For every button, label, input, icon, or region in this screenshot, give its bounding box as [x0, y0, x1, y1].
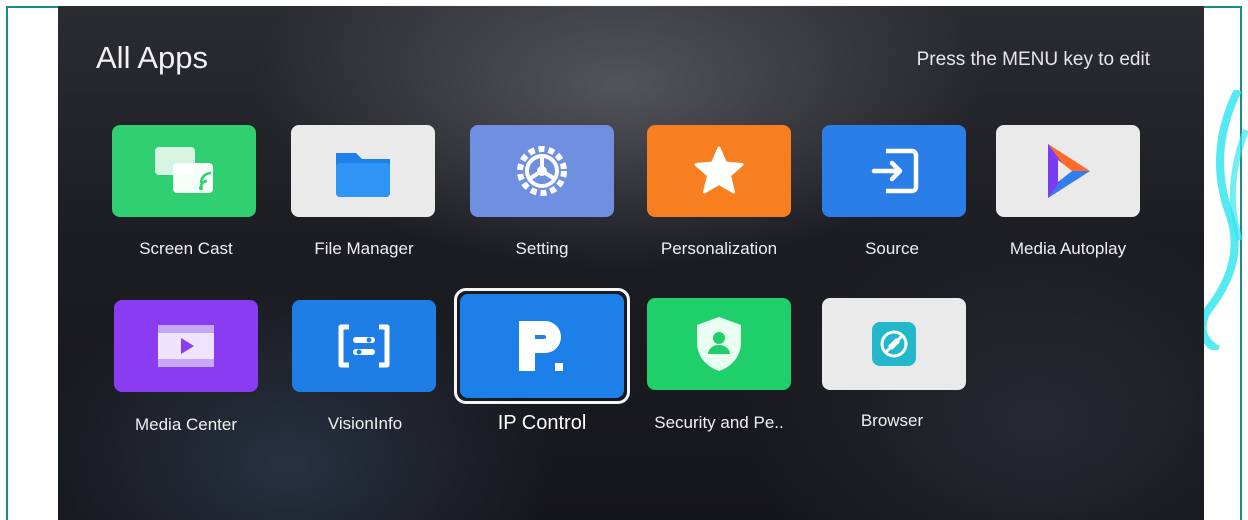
gear-icon: [517, 146, 567, 196]
screen-cast-icon: [155, 147, 213, 193]
app-tile-focused[interactable]: [460, 294, 624, 398]
app-tile[interactable]: [470, 125, 614, 217]
app-tile[interactable]: [647, 125, 791, 217]
app-tile[interactable]: [822, 125, 966, 217]
app-label: Media Autoplay: [1009, 239, 1127, 258]
app-label: IP Control: [497, 412, 587, 434]
browser-globe-icon: [872, 322, 916, 366]
app-label: VisionInfo: [327, 414, 403, 433]
menu-hint-text: Press the MENU key to edit: [916, 49, 1150, 70]
tv-screen: All Apps Press the MENU key to edit Scre…: [58, 6, 1204, 520]
play-logo-icon: [1048, 144, 1090, 198]
app-label: Personalization: [660, 239, 778, 258]
app-tile[interactable]: [647, 298, 791, 390]
page-title: All Apps: [96, 40, 209, 75]
shield-user-icon: [697, 317, 741, 371]
vision-info-icon: [338, 324, 390, 368]
star-icon: [694, 146, 744, 194]
app-tile[interactable]: [996, 125, 1140, 217]
app-tile[interactable]: [112, 125, 256, 217]
app-label: Security and Pe..: [654, 413, 784, 432]
app-tile[interactable]: [822, 298, 966, 390]
film-play-icon: [158, 325, 214, 367]
app-tile[interactable]: [114, 300, 258, 392]
app-label: Media Center: [134, 415, 238, 434]
frame-left-border: [6, 6, 8, 520]
p-logo-icon: [519, 321, 563, 371]
app-tile[interactable]: [291, 125, 435, 217]
folder-icon: [336, 153, 390, 197]
app-label: Screen Cast: [139, 239, 233, 258]
app-label: File Manager: [314, 239, 414, 258]
app-label: Source: [865, 239, 919, 258]
app-label: Browser: [860, 411, 924, 430]
input-source-icon: [871, 148, 919, 194]
app-label: Setting: [515, 239, 569, 258]
app-tile[interactable]: [292, 300, 436, 392]
